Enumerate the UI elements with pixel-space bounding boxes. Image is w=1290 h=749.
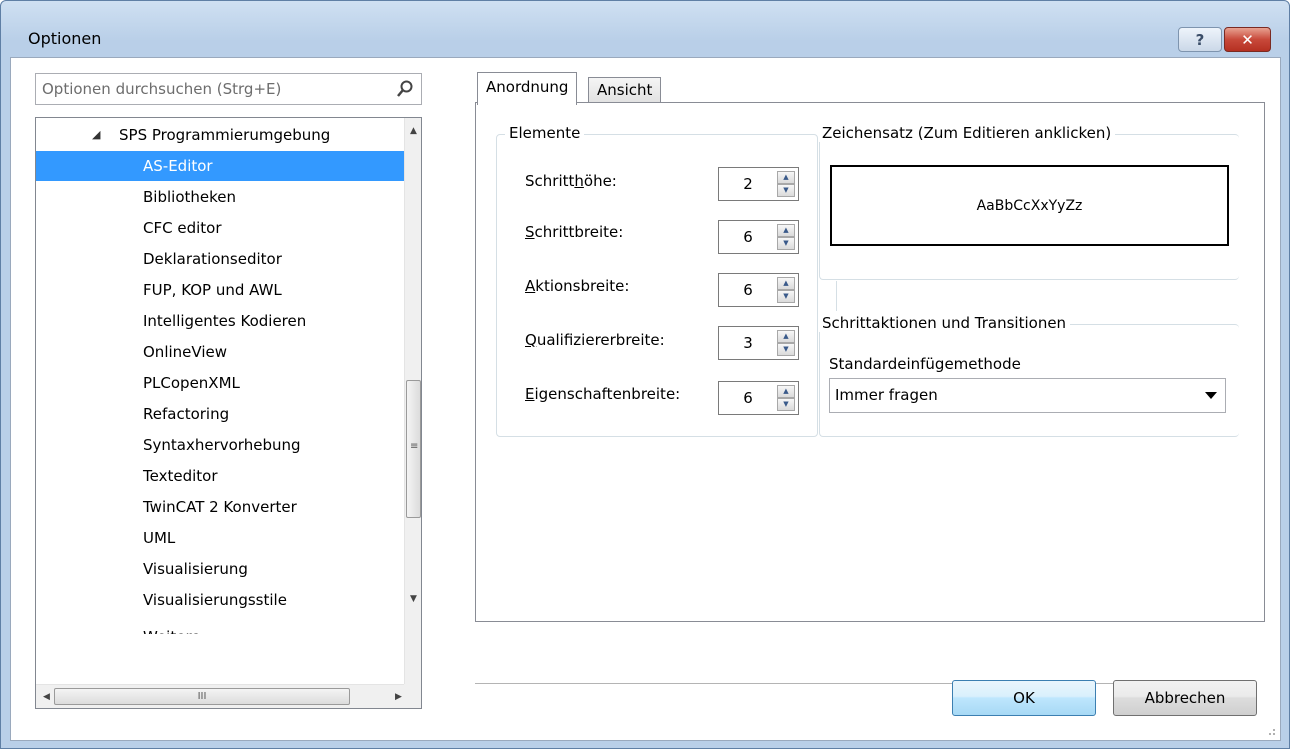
tree-list: ◢ SPS Programmierumgebung AS-Editor Bibl… [36, 118, 412, 684]
tree-item-visualisierungsstile[interactable]: Visualisierungsstile [36, 585, 412, 615]
tree-item-label: UML [143, 529, 176, 547]
grip-icon: ≡ [410, 441, 419, 452]
group-elemente: Elemente Schritthöhe: 2 ▲ ▼ Schrittbreite… [496, 124, 818, 437]
dropdown-value: Immer fragen [835, 386, 938, 404]
tree-item-syntaxhervorhebung[interactable]: Syntaxhervorhebung [36, 430, 412, 460]
spinner-schritthoehe[interactable]: 2 ▲ ▼ [718, 167, 799, 201]
dialog-body: ◢ SPS Programmierumgebung AS-Editor Bibl… [10, 57, 1281, 741]
label-eigenschaftenbreite: Eigenschaftenbreite: [525, 385, 681, 403]
search-input[interactable] [36, 74, 381, 104]
group-title: Elemente [505, 124, 585, 142]
font-sample-box[interactable]: AaBbCcXxYyZz [830, 165, 1229, 246]
ok-button[interactable]: OK [952, 680, 1096, 716]
tree-item-label: TwinCAT 2 Konverter [143, 498, 297, 516]
help-button[interactable]: ? [1178, 27, 1222, 52]
spin-up-icon[interactable]: ▲ [777, 277, 795, 290]
tree-item-label: Visualisierung [143, 560, 248, 578]
tab-anordnung[interactable]: Anordnung [477, 72, 578, 105]
spinner-schrittbreite[interactable]: 6 ▲ ▼ [718, 220, 799, 254]
tree-item-texteditor[interactable]: Texteditor [36, 461, 412, 491]
spin-down-icon[interactable]: ▼ [777, 184, 795, 197]
tree-item-label: Intelligentes Kodieren [143, 312, 307, 330]
tree-item-fup-kop-awl[interactable]: FUP, KOP und AWL [36, 275, 412, 305]
spin-down-icon[interactable]: ▼ [777, 398, 795, 411]
group-title: Schrittaktionen und Transitionen [818, 314, 1071, 332]
tree-item-weitere[interactable]: Weitere... [36, 616, 412, 634]
close-icon: ✕ [1241, 30, 1254, 49]
tab-panel-anordnung: Elemente Schritthöhe: 2 ▲ ▼ Schrittbreite… [475, 102, 1265, 622]
tree-item-label: Bibliotheken [143, 188, 236, 206]
tree-item-label: Visualisierungsstile [143, 591, 287, 609]
tree-item-label: Deklarationseditor [143, 250, 282, 268]
label-qualifiziererbreite: Qualifiziererbreite: [525, 331, 665, 349]
spin-down-icon[interactable]: ▼ [777, 290, 795, 303]
window-title: Optionen [28, 29, 102, 48]
tree-item-label: CFC editor [143, 219, 222, 237]
options-dialog: Optionen ? ✕ ◢ SPS Programmierumgebung A… [0, 0, 1290, 749]
group-title: Zeichensatz (Zum Editieren anklicken) [818, 124, 1116, 142]
spinner-value[interactable]: 6 [719, 274, 777, 306]
insert-method-dropdown[interactable]: Immer fragen [829, 378, 1226, 413]
tree-item-cfc-editor[interactable]: CFC editor [36, 213, 412, 243]
tree-item-twincat2-konverter[interactable]: TwinCAT 2 Konverter [36, 492, 412, 522]
expand-triangle-icon[interactable]: ◢ [92, 120, 100, 150]
tree-item-label: OnlineView [143, 343, 227, 361]
label-aktionsbreite: Aktionsbreite: [525, 277, 630, 295]
tree-item-label: Texteditor [143, 467, 218, 485]
options-search [35, 73, 422, 105]
spinner-value[interactable]: 2 [719, 168, 777, 200]
chevron-down-icon[interactable] [1205, 392, 1217, 399]
tree-item-visualisierung[interactable]: Visualisierung [36, 554, 412, 584]
label-standardeinfuegemethode: Standardeinfügemethode [829, 355, 1021, 373]
scrollbar-corner [404, 684, 421, 708]
tree-horizontal-scrollbar[interactable]: ◀ III ▶ [36, 684, 412, 708]
spinner-qualifiziererbreite[interactable]: 3 ▲ ▼ [718, 326, 799, 360]
tree-vertical-scrollbar[interactable]: ▲ ≡ ▼ [404, 118, 421, 684]
tree-item-bibliotheken[interactable]: Bibliotheken [36, 182, 412, 212]
tree-item-as-editor[interactable]: AS-Editor [36, 151, 412, 181]
tree-item-label: FUP, KOP und AWL [143, 281, 282, 299]
tree-item-label: AS-Editor [143, 157, 213, 175]
cancel-button[interactable]: Abbrechen [1113, 680, 1257, 716]
tree-item-onlineview[interactable]: OnlineView [36, 337, 412, 367]
tree-item-intelligentes-kodieren[interactable]: Intelligentes Kodieren [36, 306, 412, 336]
spin-up-icon[interactable]: ▲ [777, 171, 795, 184]
horizontal-scroll-thumb[interactable]: III [54, 688, 350, 705]
tree-item-label: Weitere... [143, 622, 215, 634]
spinner-value[interactable]: 6 [719, 221, 777, 253]
options-tree: ◢ SPS Programmierumgebung AS-Editor Bibl… [35, 117, 422, 709]
tree-item-uml[interactable]: UML [36, 523, 412, 553]
title-bar[interactable]: Optionen ? ✕ [1, 1, 1289, 53]
tree-item-label: SPS Programmierumgebung [119, 126, 331, 144]
spinner-eigenschaftenbreite[interactable]: 6 ▲ ▼ [718, 381, 799, 415]
close-button[interactable]: ✕ [1224, 27, 1271, 52]
label-schrittbreite: Schrittbreite: [525, 223, 624, 241]
divider [836, 281, 837, 311]
spinner-value[interactable]: 6 [719, 382, 777, 414]
tree-item-label: PLCopenXML [143, 374, 240, 392]
spin-down-icon[interactable]: ▼ [777, 237, 795, 250]
spin-up-icon[interactable]: ▲ [777, 330, 795, 343]
scroll-up-arrow-icon[interactable]: ▲ [405, 122, 421, 139]
spin-up-icon[interactable]: ▲ [777, 224, 795, 237]
tree-item-label: Refactoring [143, 405, 230, 423]
tree-item-sps-programmierumgebung[interactable]: ◢ SPS Programmierumgebung [36, 120, 412, 150]
tree-item-refactoring[interactable]: Refactoring [36, 399, 412, 429]
resize-grip-icon[interactable] [1264, 724, 1276, 736]
spin-up-icon[interactable]: ▲ [777, 385, 795, 398]
tab-ansicht[interactable]: Ansicht [588, 77, 662, 103]
scroll-left-arrow-icon[interactable]: ◀ [38, 685, 55, 708]
spinner-aktionsbreite[interactable]: 6 ▲ ▼ [718, 273, 799, 307]
spin-down-icon[interactable]: ▼ [777, 343, 795, 356]
search-icon[interactable] [395, 79, 415, 99]
tree-item-plcopenxml[interactable]: PLCopenXML [36, 368, 412, 398]
scroll-down-arrow-icon[interactable]: ▼ [405, 590, 421, 607]
tree-item-deklarationseditor[interactable]: Deklarationseditor [36, 244, 412, 274]
vertical-scroll-thumb[interactable]: ≡ [406, 380, 421, 518]
tree-item-label: Syntaxhervorhebung [143, 436, 301, 454]
spinner-value[interactable]: 3 [719, 327, 777, 359]
label-schritthoehe: Schritthöhe: [525, 172, 617, 190]
